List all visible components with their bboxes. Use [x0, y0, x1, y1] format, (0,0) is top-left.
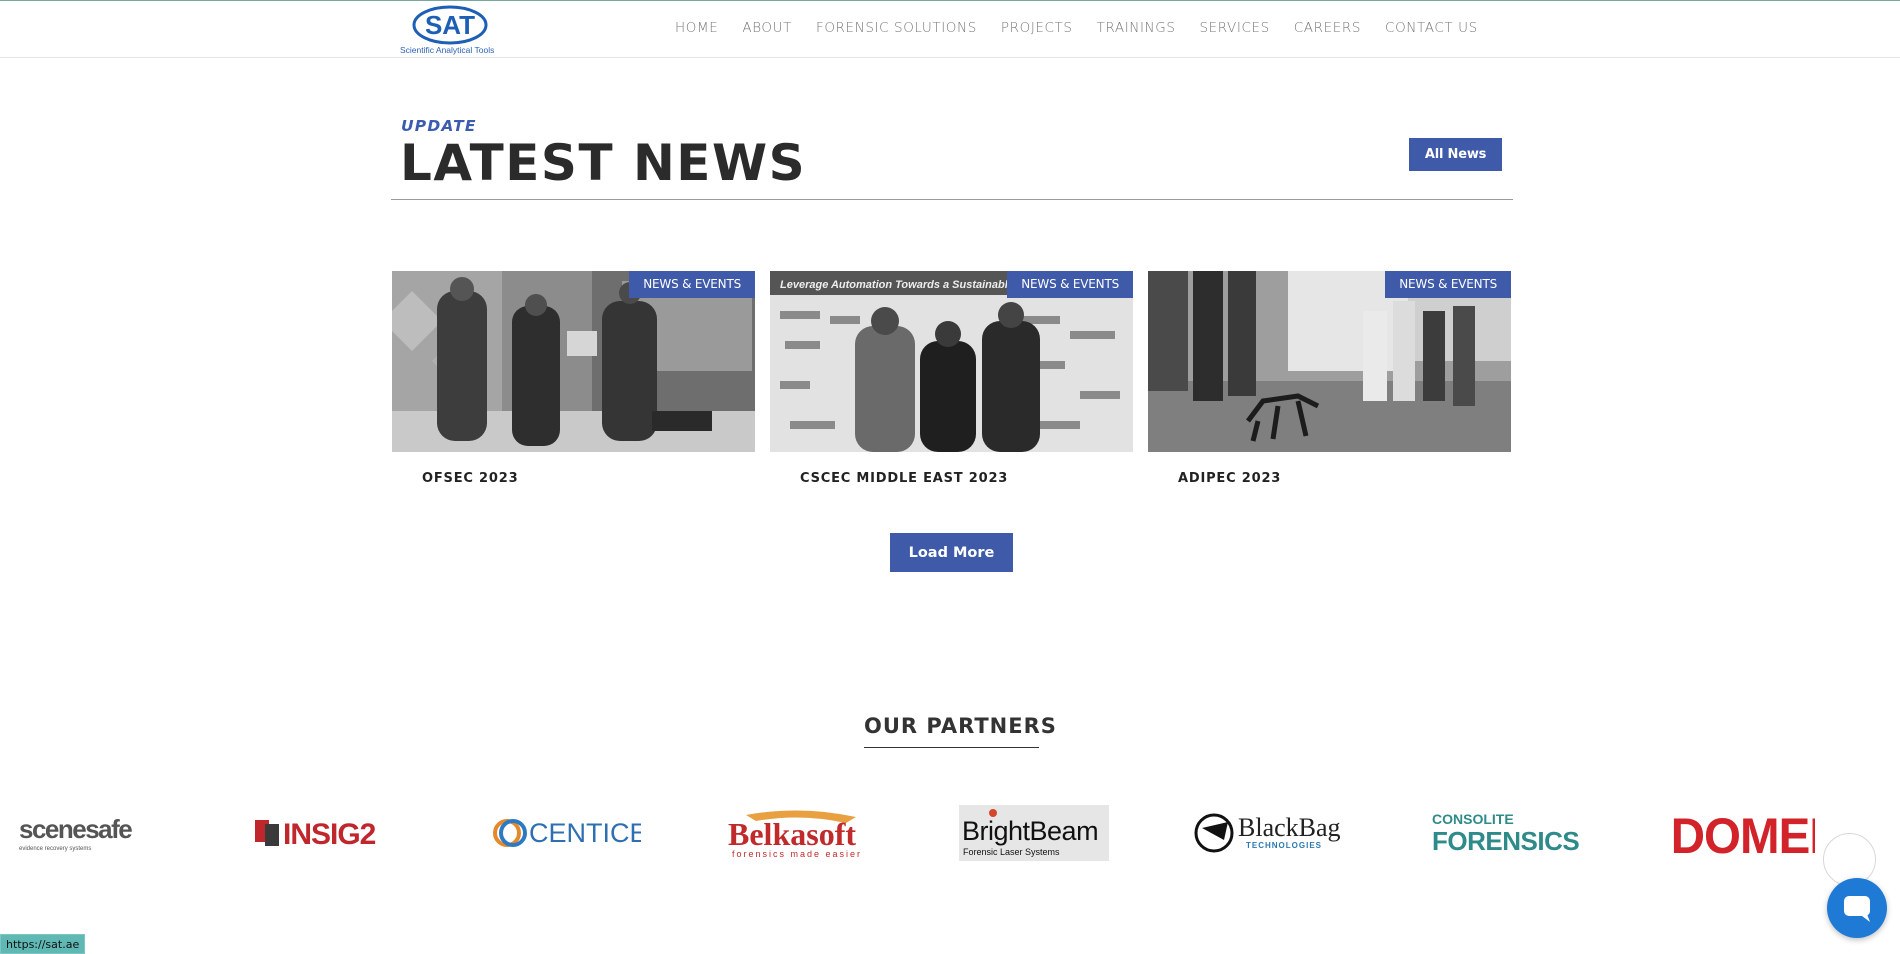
nav-careers[interactable]: CAREERS [1294, 20, 1361, 36]
partner-name: DOMEL [1671, 809, 1815, 861]
partner-logo-scenesafe[interactable]: scenesafe evidence recovery systems [17, 800, 167, 866]
news-image-cscec[interactable]: Leverage Automation Towards a Sustainabl… [770, 271, 1133, 452]
partner-logo-consolite-forensics[interactable]: CONSOLITE FORENSICS [1430, 800, 1580, 866]
chat-widget-button[interactable] [1827, 878, 1887, 938]
news-title[interactable]: CSCEC MIDDLE EAST 2023 [800, 471, 1008, 486]
nav-projects[interactable]: PROJECTS [1001, 20, 1073, 36]
category-badge[interactable]: NEWS & EVENTS [1007, 271, 1133, 298]
partners-divider [864, 747, 1039, 748]
news-title[interactable]: OFSEC 2023 [422, 471, 518, 486]
sat-logo[interactable]: SAT Scientific Analytical Tools [400, 5, 502, 55]
nav-services[interactable]: SERVICES [1199, 20, 1269, 36]
logo-tagline: Scientific Analytical Tools [400, 45, 495, 55]
logo-acronym: SAT [425, 10, 475, 40]
partner-sub: Forensic Laser Systems [963, 847, 1060, 857]
partner-sub: TECHNOLOGIES [1246, 841, 1322, 850]
load-more-button[interactable]: Load More [890, 533, 1013, 572]
category-badge[interactable]: NEWS & EVENTS [629, 271, 755, 298]
site-header: SAT Scientific Analytical Tools HOME ABO… [0, 1, 1900, 58]
partner-name: CENTICE [529, 818, 641, 848]
nav-forensic-solutions[interactable]: FORENSIC SOLUTIONS [816, 20, 977, 36]
partners-title: OUR PARTNERS [864, 714, 1057, 738]
partner-sub: forensics made easier [732, 849, 862, 859]
nav-home[interactable]: HOME [675, 20, 718, 36]
news-card[interactable]: NEWS & EVENTS ADIPEC 2023 [1148, 271, 1511, 486]
banner-text: Leverage Automation Towards a Sustainabl… [780, 279, 1044, 291]
partner-sub: evidence recovery systems [19, 846, 91, 852]
status-bar-url: https://sat.ae [0, 934, 86, 954]
partner-logo-belkasoft[interactable]: Belkasoft forensics made easier [726, 800, 876, 866]
partner-sub: FORENSICS [1432, 826, 1579, 856]
nav-contact-us[interactable]: CONTACT US [1385, 20, 1478, 36]
chat-bubble-icon [1844, 896, 1870, 922]
nav-trainings[interactable]: TRAININGS [1097, 20, 1176, 36]
partner-name: BlackBag [1238, 813, 1341, 842]
partner-name: CONSOLITE [1432, 811, 1514, 827]
category-badge[interactable]: NEWS & EVENTS [1385, 271, 1511, 298]
news-photo [1148, 271, 1511, 452]
section-kicker: UPDATE [401, 117, 477, 135]
partner-logo-domel[interactable]: DOMEL [1665, 800, 1815, 866]
logo-mark-icon: SAT [412, 5, 488, 45]
news-card[interactable]: Leverage Automation Towards a Sustainabl… [770, 271, 1133, 486]
title-divider [391, 199, 1513, 200]
partner-logo-insig2[interactable]: INSIG2 [253, 800, 403, 866]
news-title[interactable]: ADIPEC 2023 [1178, 471, 1281, 486]
partner-logo-centice[interactable]: CENTICE [491, 800, 641, 866]
partner-name: scenesafe [19, 814, 132, 844]
partner-name: INSIG2 [283, 818, 376, 851]
partner-name: BrightBeam [962, 816, 1098, 846]
all-news-button[interactable]: All News [1409, 138, 1502, 171]
news-image-ofsec[interactable]: NEWS & EVENTS [392, 271, 755, 452]
partner-logo-blackbag[interactable]: BlackBag TECHNOLOGIES [1194, 800, 1344, 866]
partner-logo-brightbeam[interactable]: BrightBeam Forensic Laser Systems [959, 800, 1109, 866]
news-image-adipec[interactable]: NEWS & EVENTS [1148, 271, 1511, 452]
news-photo: Leverage Automation Towards a Sustainabl… [770, 271, 1133, 452]
partner-name: Belkasoft [728, 816, 856, 852]
news-photo [392, 271, 755, 452]
news-card[interactable]: NEWS & EVENTS OFSEC 2023 [392, 271, 755, 486]
main-nav: HOME ABOUT FORENSIC SOLUTIONS PROJECTS T… [675, 20, 1502, 36]
section-title: LATEST NEWS [400, 134, 807, 192]
nav-about[interactable]: ABOUT [742, 20, 792, 36]
